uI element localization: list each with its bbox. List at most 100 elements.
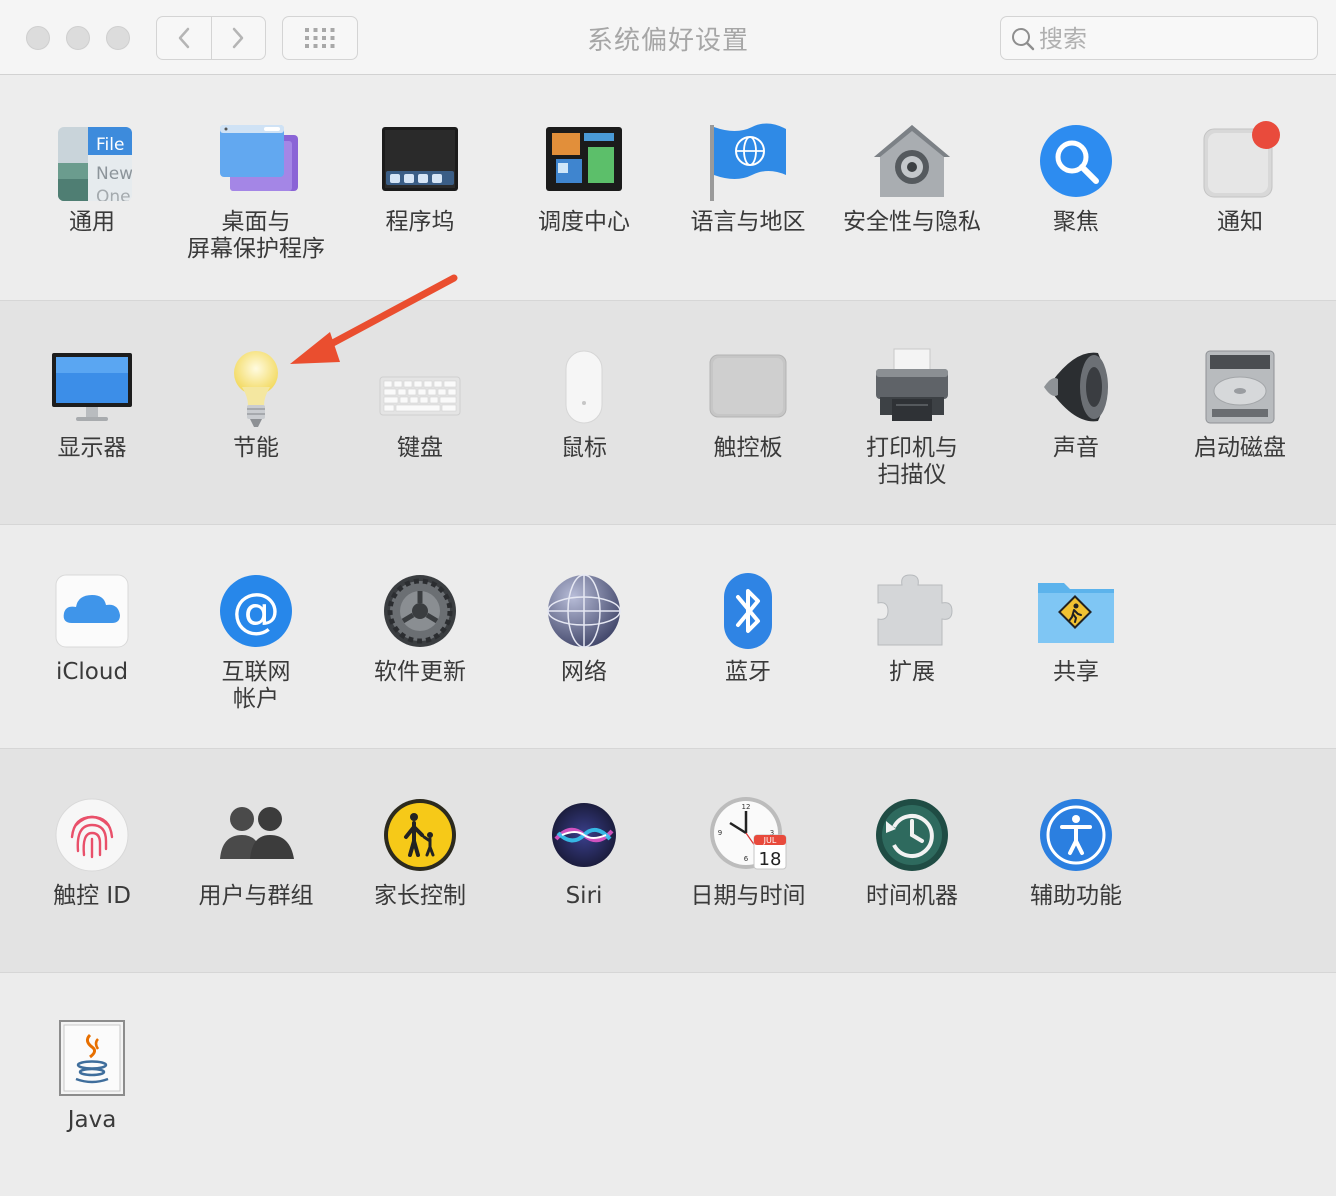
pane-general[interactable]: File New One 通用 xyxy=(10,121,174,236)
pane-mouse[interactable]: 鼠标 xyxy=(502,347,666,462)
pane-siri[interactable]: Siri xyxy=(502,795,666,910)
chevron-left-icon xyxy=(178,27,189,49)
clock-calendar-icon: 12 3 6 9 JUL 18 xyxy=(706,795,790,879)
pane-label: 桌面与 屏幕保护程序 xyxy=(187,209,325,262)
svg-text:@: @ xyxy=(232,583,280,639)
pane-label: 软件更新 xyxy=(374,659,466,685)
hard-disk-icon xyxy=(1198,347,1282,431)
java-icon xyxy=(50,1019,134,1103)
pane-label: 蓝牙 xyxy=(725,659,771,685)
zoom-window-button[interactable] xyxy=(106,26,130,50)
pane-network[interactable]: 网络 xyxy=(502,571,666,686)
pane-keyboard[interactable]: 键盘 xyxy=(338,347,502,462)
pane-spotlight[interactable]: 聚焦 xyxy=(994,121,1158,236)
section-hardware: 显示器 节能 键盘 鼠标 触控板 打印机与 扫描仪 声音 启动磁盘 xyxy=(0,301,1336,525)
back-button[interactable] xyxy=(157,17,211,59)
pane-language-region[interactable]: 语言与地区 xyxy=(666,121,830,236)
pane-label: iCloud xyxy=(55,659,129,685)
gear-icon xyxy=(378,571,462,655)
close-window-button[interactable] xyxy=(26,26,50,50)
pane-label: 辅助功能 xyxy=(1030,883,1122,909)
globe-flag-icon xyxy=(706,121,790,205)
window-title: 系统偏好设置 xyxy=(586,26,749,56)
search-field[interactable] xyxy=(1000,16,1318,60)
pane-trackpad[interactable]: 触控板 xyxy=(666,347,830,462)
pane-desktop-screensaver[interactable]: 桌面与 屏幕保护程序 xyxy=(174,121,338,263)
network-globe-icon xyxy=(542,571,626,655)
svg-text:New: New xyxy=(96,164,133,184)
general-icon: File New One xyxy=(50,121,134,205)
dock-icon xyxy=(378,121,462,205)
pane-label: 聚焦 xyxy=(1053,209,1099,235)
siri-icon xyxy=(542,795,626,879)
mission-control-icon xyxy=(542,121,626,205)
pane-label: 声音 xyxy=(1053,435,1099,461)
accessibility-icon xyxy=(1034,795,1118,879)
pane-date-time[interactable]: 12 3 6 9 JUL 18 日期与时间 xyxy=(666,795,830,910)
chevron-right-icon xyxy=(233,27,244,49)
pane-extensions[interactable]: 扩展 xyxy=(830,571,994,686)
section-internet-wireless: iCloud @ 互联网 帐户 软件更新 网络 蓝牙 扩展 共享 xyxy=(0,525,1336,749)
system-preferences-window: 系统偏好设置 File New xyxy=(0,0,1336,1196)
pane-label: 节能 xyxy=(233,435,279,461)
navigation-buttons xyxy=(156,16,266,60)
pane-label: 互联网 帐户 xyxy=(221,659,291,712)
pane-security-privacy[interactable]: 安全性与隐私 xyxy=(830,121,994,236)
section-other: Java xyxy=(0,973,1336,1196)
at-sign-icon: @ xyxy=(214,571,298,655)
trackpad-icon xyxy=(706,347,790,431)
pane-icloud[interactable]: iCloud xyxy=(10,571,174,686)
pane-notifications[interactable]: 通知 xyxy=(1158,121,1322,236)
pane-sharing[interactable]: 共享 xyxy=(994,571,1158,686)
pane-label: 打印机与 扫描仪 xyxy=(866,435,958,488)
pane-label: 程序坞 xyxy=(385,209,455,235)
pane-displays[interactable]: 显示器 xyxy=(10,347,174,462)
lightbulb-icon xyxy=(214,347,298,431)
pane-label: 通知 xyxy=(1217,209,1263,235)
pane-users-groups[interactable]: 用户与群组 xyxy=(174,795,338,910)
pane-label: 用户与群组 xyxy=(198,883,314,909)
pane-internet-accounts[interactable]: @ 互联网 帐户 xyxy=(174,571,338,713)
keyboard-icon xyxy=(378,347,462,431)
minimize-window-button[interactable] xyxy=(66,26,90,50)
parental-controls-icon xyxy=(378,795,462,879)
pane-label: 触控板 xyxy=(713,435,783,461)
pane-label: 通用 xyxy=(69,209,115,235)
pane-touch-id[interactable]: 触控 ID xyxy=(10,795,174,910)
pane-java[interactable]: Java xyxy=(10,1019,174,1134)
forward-button[interactable] xyxy=(210,17,266,59)
pane-label: Java xyxy=(67,1107,117,1133)
pane-label: 时间机器 xyxy=(866,883,958,909)
pane-dock[interactable]: 程序坞 xyxy=(338,121,502,236)
users-icon xyxy=(214,795,298,879)
pane-mission-control[interactable]: 调度中心 xyxy=(502,121,666,236)
pane-label: 语言与地区 xyxy=(690,209,806,235)
svg-text:9: 9 xyxy=(718,829,722,837)
pane-label: 键盘 xyxy=(397,435,443,461)
show-all-button[interactable] xyxy=(282,16,358,60)
toolbar: 系统偏好设置 xyxy=(0,0,1336,75)
pane-accessibility[interactable]: 辅助功能 xyxy=(994,795,1158,910)
pane-startup-disk[interactable]: 启动磁盘 xyxy=(1158,347,1322,462)
svg-text:6: 6 xyxy=(744,855,749,863)
svg-text:One: One xyxy=(96,187,131,205)
pane-time-machine[interactable]: 时间机器 xyxy=(830,795,994,910)
pane-parental-controls[interactable]: 家长控制 xyxy=(338,795,502,910)
search-input[interactable] xyxy=(1037,23,1311,55)
monitor-icon xyxy=(50,347,134,431)
svg-text:File: File xyxy=(96,135,124,155)
pane-label: 家长控制 xyxy=(374,883,466,909)
pane-energy-saver[interactable]: 节能 xyxy=(174,347,338,462)
grid-icon xyxy=(305,28,335,48)
svg-text:JUL: JUL xyxy=(763,836,777,845)
pane-label: 显示器 xyxy=(57,435,127,461)
pane-label: 扩展 xyxy=(889,659,935,685)
pane-label: 触控 ID xyxy=(53,883,131,909)
pane-label: Siri xyxy=(565,883,603,909)
pane-bluetooth[interactable]: 蓝牙 xyxy=(666,571,830,686)
pane-label: 安全性与隐私 xyxy=(843,209,981,235)
bluetooth-icon xyxy=(706,571,790,655)
pane-sound[interactable]: 声音 xyxy=(994,347,1158,462)
pane-software-update[interactable]: 软件更新 xyxy=(338,571,502,686)
pane-printers-scanners[interactable]: 打印机与 扫描仪 xyxy=(830,347,994,489)
